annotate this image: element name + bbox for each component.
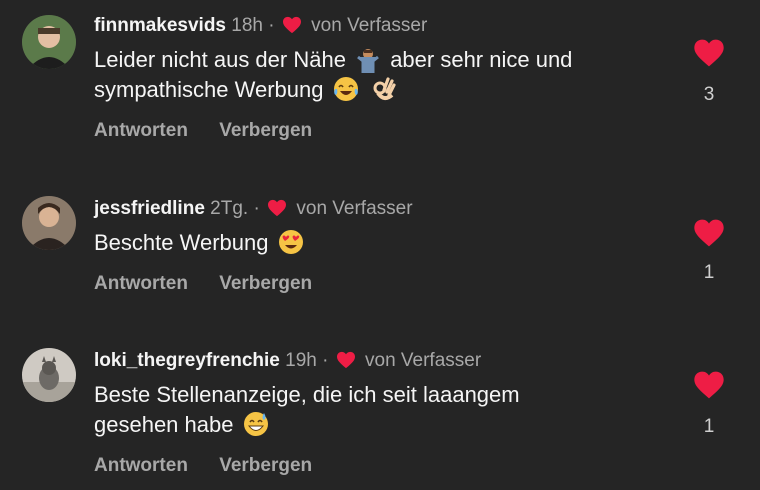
separator-dot: · <box>322 350 329 371</box>
hide-button[interactable]: Verbergen <box>219 455 312 476</box>
avatar[interactable] <box>22 196 76 250</box>
timestamp: 2Tg. <box>210 198 249 219</box>
username[interactable]: jessfriedline <box>94 198 205 219</box>
separator-dot: · <box>253 198 260 219</box>
comment-meta: jessfriedline 2Tg. · von Verfasser <box>94 197 413 221</box>
comment-meta: loki_thegreyfrenchie 19h · von Verfasser <box>94 349 481 373</box>
username[interactable]: loki_thegreyfrenchie <box>94 350 280 371</box>
comment-text-line: Beschte Werbung <box>94 230 269 255</box>
reply-button[interactable]: Antworten <box>94 455 188 476</box>
timestamp: 19h <box>285 350 317 371</box>
hide-button[interactable]: Verbergen <box>219 273 312 294</box>
like-count: 1 <box>703 416 715 437</box>
like-heart-icon[interactable] <box>693 370 725 400</box>
liked-by-author-label: von Verfasser <box>296 198 413 219</box>
heart-icon <box>268 199 287 217</box>
heart-eyes-emoji <box>278 230 303 254</box>
reply-button[interactable]: Antworten <box>94 273 188 294</box>
comment-text: Beste Stellenanzeige, die ich seit laaan… <box>94 380 674 440</box>
comment-actions: Antworten Verbergen <box>94 455 338 477</box>
comment-text: Beschte Werbung <box>94 228 674 258</box>
comment-3: loki_thegreyfrenchie 19h · von Verfasser… <box>0 0 760 476</box>
comment-actions: Antworten Verbergen <box>94 273 338 295</box>
like-count: 1 <box>703 262 715 283</box>
grinning-sweat-emoji <box>243 412 268 436</box>
like-heart-icon[interactable] <box>693 218 725 248</box>
liked-by-author-label: von Verfasser <box>365 350 482 371</box>
comment-text-line: gesehen habe <box>94 412 234 437</box>
avatar[interactable] <box>22 348 76 402</box>
comment-text-line: Beste Stellenanzeige, die ich seit laaan… <box>94 382 520 407</box>
heart-icon <box>336 351 355 369</box>
